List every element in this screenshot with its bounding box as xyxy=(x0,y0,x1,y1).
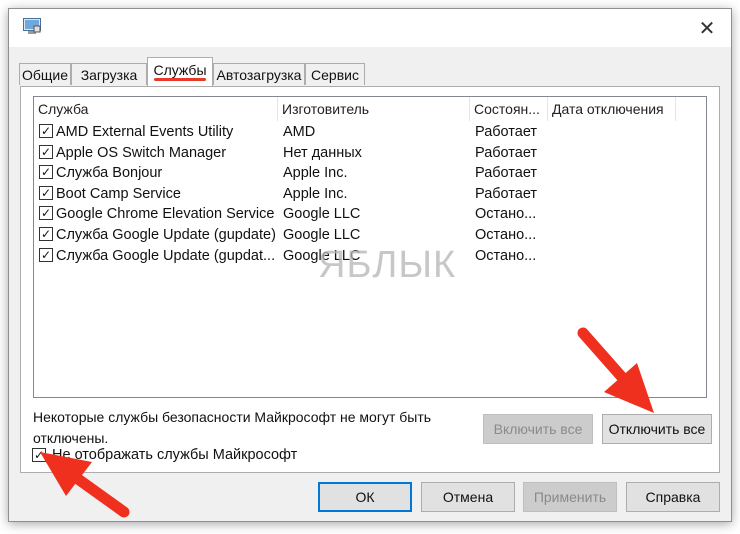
hide-microsoft-services-label: Не отображать службы Майкрософт xyxy=(52,447,298,463)
close-button[interactable]: ✕ xyxy=(693,15,721,41)
list-header: Служба Изготовитель Состоян... Дата откл… xyxy=(34,97,706,121)
service-status: Остано... xyxy=(475,206,537,223)
service-vendor: AMD xyxy=(283,124,316,140)
column-header-status[interactable]: Состоян... xyxy=(470,97,548,121)
service-row[interactable]: ✓ Служба Bonjour Apple Inc. Работает xyxy=(34,163,706,184)
help-button[interactable]: Справка xyxy=(626,482,720,512)
service-status: Работает xyxy=(475,124,538,140)
service-checkbox[interactable]: ✓ xyxy=(39,247,53,262)
title-bar: ✕ xyxy=(9,9,731,47)
watermark-logo: ЯБЛЫК xyxy=(318,244,457,286)
service-status: Работает xyxy=(475,185,538,202)
service-status: Остано... xyxy=(475,227,537,243)
service-checkbox[interactable]: ✓ xyxy=(39,165,53,180)
column-header-disabled-date[interactable]: Дата отключения xyxy=(548,97,676,121)
service-vendor: Google LLC xyxy=(283,227,361,243)
service-name: Apple OS Switch Manager xyxy=(56,144,227,161)
service-row[interactable]: ✓ Google Chrome Elevation Service Google… xyxy=(34,204,706,225)
tab-startup[interactable]: Автозагрузка xyxy=(213,63,305,85)
service-checkbox[interactable]: ✓ xyxy=(39,185,53,200)
services-list[interactable]: Служба Изготовитель Состоян... Дата откл… xyxy=(33,96,707,398)
service-status: Работает xyxy=(475,165,538,182)
disable-all-button[interactable]: Отключить все xyxy=(602,414,712,444)
cancel-button[interactable]: Отмена xyxy=(421,482,515,512)
hide-microsoft-services-checkbox[interactable]: ✓ xyxy=(32,448,46,462)
service-checkbox[interactable]: ✓ xyxy=(39,227,53,241)
service-checkbox[interactable]: ✓ xyxy=(39,206,53,221)
service-row[interactable]: ✓ Apple OS Switch Manager Нет данных Раб… xyxy=(34,143,706,164)
column-header-service[interactable]: Служба xyxy=(34,97,278,121)
service-vendor: Apple Inc. xyxy=(283,165,348,182)
system-configuration-window: ✕ Общие Загрузка Службы Автозагрузка Сер… xyxy=(8,8,732,522)
service-status: Остано... xyxy=(475,247,537,264)
tab-tools[interactable]: Сервис xyxy=(305,63,365,85)
column-header-vendor[interactable]: Изготовитель xyxy=(278,97,470,121)
tab-boot[interactable]: Загрузка xyxy=(71,63,147,85)
security-services-note: Некоторые службы безопасности Майкрософт… xyxy=(33,409,432,446)
service-name: Служба Google Update (gupdate) xyxy=(56,227,276,243)
service-checkbox[interactable]: ✓ xyxy=(39,124,53,138)
tab-general[interactable]: Общие xyxy=(19,63,71,85)
service-name: Boot Camp Service xyxy=(56,185,181,202)
active-tab-underline xyxy=(154,78,206,81)
ok-button[interactable]: ОК xyxy=(318,482,412,512)
apply-button[interactable]: Применить xyxy=(523,482,617,512)
service-row[interactable]: ✓ Служба Google Update (gupdate) Google … xyxy=(34,225,706,246)
service-row[interactable]: ✓ Boot Camp Service Apple Inc. Работает xyxy=(34,184,706,205)
service-name: AMD External Events Utility xyxy=(56,124,234,140)
service-name: Служба Google Update (gupdat... xyxy=(56,247,276,264)
service-vendor: Apple Inc. xyxy=(283,185,348,202)
enable-all-button[interactable]: Включить все xyxy=(483,414,593,444)
service-name: Google Chrome Elevation Service xyxy=(56,206,275,223)
services-panel: Служба Изготовитель Состоян... Дата откл… xyxy=(20,86,720,473)
close-icon: ✕ xyxy=(698,17,716,40)
service-vendor: Нет данных xyxy=(283,144,362,161)
service-checkbox[interactable]: ✓ xyxy=(39,144,53,159)
service-name: Служба Bonjour xyxy=(56,165,163,182)
msconfig-app-icon xyxy=(23,18,41,35)
service-row[interactable]: ✓ AMD External Events Utility AMD Работа… xyxy=(34,122,706,143)
service-vendor: Google LLC xyxy=(283,206,361,223)
tab-services[interactable]: Службы xyxy=(147,57,213,86)
service-status: Работает xyxy=(475,144,538,161)
